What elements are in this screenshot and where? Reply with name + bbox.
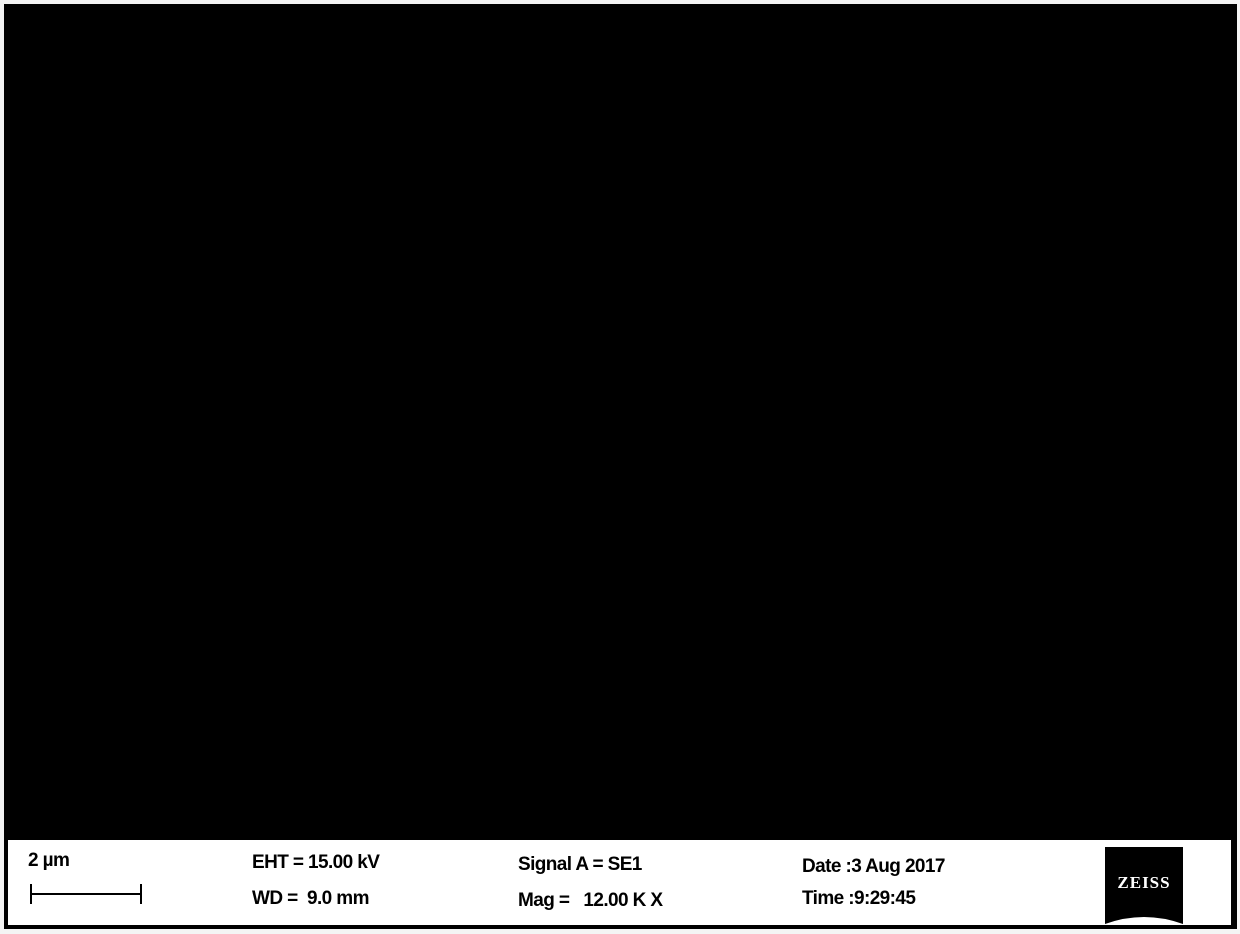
- micrograph-image: [4, 4, 1233, 836]
- mag-value: Mag = 12.00 K X: [518, 890, 663, 911]
- zeiss-logo-icon: ZEISS: [1105, 847, 1183, 924]
- scale-bar-line: [30, 893, 142, 895]
- signal-value: Signal A = SE1: [518, 854, 642, 875]
- scale-bar-right-tick: [140, 884, 142, 904]
- sem-frame: 2 µm EHT = 15.00 kV WD = 9.0 mm Signal A…: [4, 4, 1237, 929]
- date-value: Date :3 Aug 2017: [802, 856, 945, 877]
- eht-value: EHT = 15.00 kV: [252, 852, 380, 873]
- scale-label: 2 µm: [28, 850, 70, 871]
- logo-text: ZEISS: [1117, 873, 1170, 892]
- wd-value: WD = 9.0 mm: [252, 888, 369, 909]
- time-value: Time :9:29:45: [802, 888, 916, 909]
- scale-bar: [30, 884, 142, 904]
- info-bar: 2 µm EHT = 15.00 kV WD = 9.0 mm Signal A…: [8, 840, 1231, 925]
